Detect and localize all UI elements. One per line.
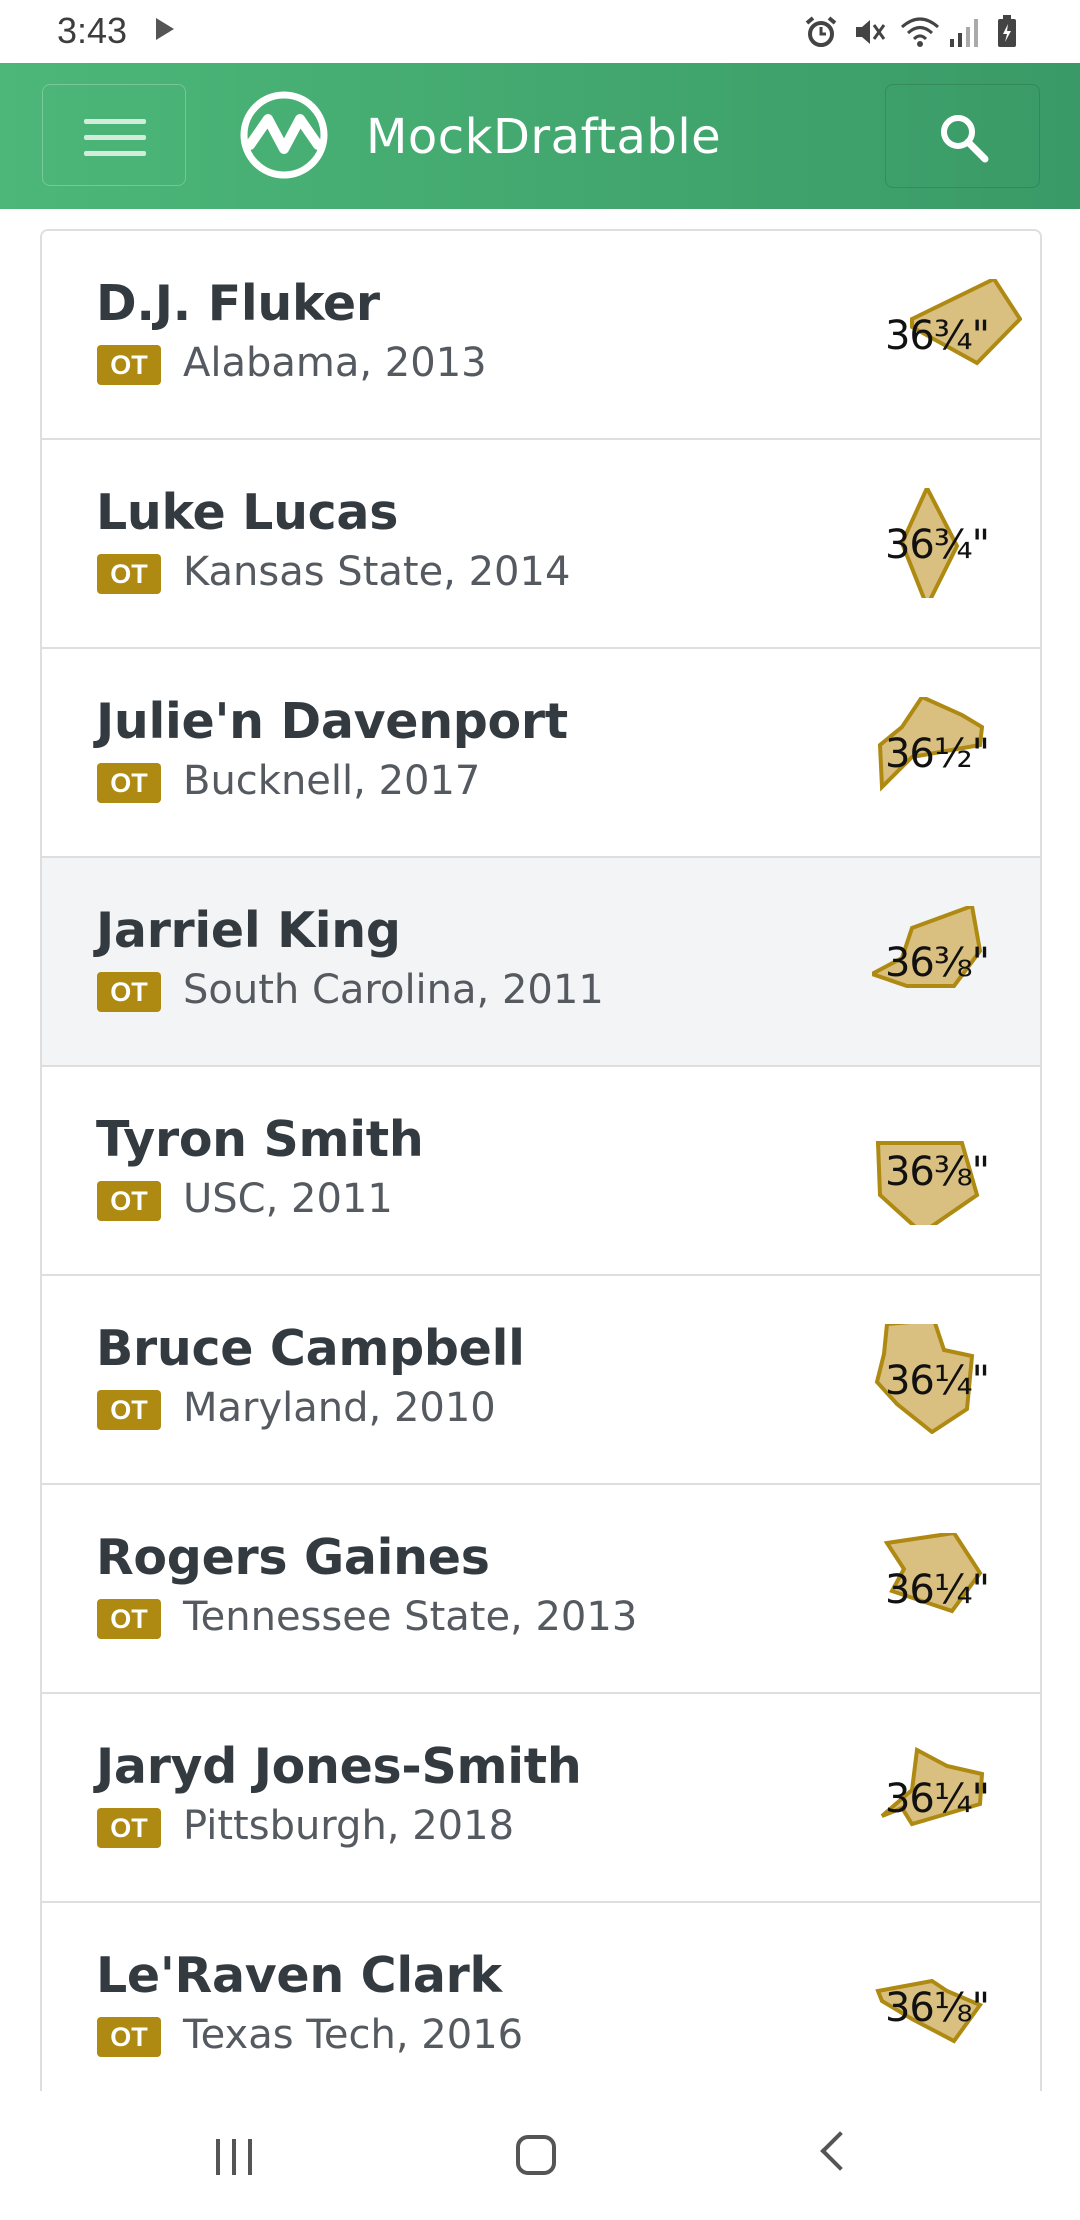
list-item[interactable]: Luke Lucas OT Kansas State, 2014 36¾" xyxy=(42,440,1040,649)
list-item[interactable]: Rogers Gaines OT Tennessee State, 2013 3… xyxy=(42,1485,1040,1694)
position-badge: OT xyxy=(97,2017,161,2057)
mute-icon xyxy=(852,15,886,49)
play-icon xyxy=(156,18,174,40)
position-badge: OT xyxy=(97,1181,161,1221)
list-item[interactable]: D.J. Fluker OT Alabama, 2013 36¾" xyxy=(42,231,1040,440)
player-name: Julie'n Davenport xyxy=(96,693,568,750)
arm-length: 36¾" xyxy=(884,522,990,568)
menu-button[interactable] xyxy=(42,84,186,186)
position-badge: OT xyxy=(97,1808,161,1848)
measurement-shape: 36¾" xyxy=(872,279,1022,389)
position-badge: OT xyxy=(97,972,161,1012)
navigation-bar xyxy=(0,2091,1080,2220)
measurement-shape: 36⅜" xyxy=(872,1115,1022,1225)
arm-length: 36¾" xyxy=(884,313,990,359)
logo-icon[interactable] xyxy=(240,91,328,179)
measurement-shape: 36¼" xyxy=(872,1742,1022,1852)
arm-length: 36½" xyxy=(884,731,990,777)
measurement-shape: 36⅜" xyxy=(872,906,1022,1016)
arm-length: 36¼" xyxy=(884,1567,990,1613)
list-item[interactable]: Bruce Campbell OT Maryland, 2010 36¼" xyxy=(42,1276,1040,1485)
arm-length: 36¼" xyxy=(884,1776,990,1822)
search-icon xyxy=(941,115,989,163)
position-badge: OT xyxy=(97,1599,161,1639)
player-name: Le'Raven Clark xyxy=(96,1947,502,2004)
player-school: USC, 2011 xyxy=(183,1176,393,1222)
wifi-icon xyxy=(900,15,939,49)
list-item[interactable]: Julie'n Davenport OT Bucknell, 2017 36½" xyxy=(42,649,1040,858)
player-school: Texas Tech, 2016 xyxy=(183,2012,524,2058)
position-badge: OT xyxy=(97,1390,161,1430)
player-name: Bruce Campbell xyxy=(96,1320,525,1377)
player-name: Jaryd Jones-Smith xyxy=(96,1738,582,1795)
home-icon[interactable] xyxy=(516,2135,556,2175)
list-item[interactable]: Jarriel King OT South Carolina, 2011 36⅜… xyxy=(42,858,1040,1067)
position-badge: OT xyxy=(97,554,161,594)
recent-apps-icon[interactable] xyxy=(214,2139,256,2175)
status-time: 3:43 xyxy=(57,10,128,51)
player-school: Pittsburgh, 2018 xyxy=(183,1803,515,1849)
player-school: South Carolina, 2011 xyxy=(183,967,604,1013)
player-school: Kansas State, 2014 xyxy=(183,549,571,595)
status-icons xyxy=(804,12,1030,52)
player-name: D.J. Fluker xyxy=(96,275,380,332)
list-item[interactable]: Le'Raven Clark OT Texas Tech, 2016 36⅛" xyxy=(42,1903,1040,2091)
alarm-icon xyxy=(804,15,838,49)
battery-icon xyxy=(996,15,1030,49)
list-item[interactable]: Jaryd Jones-Smith OT Pittsburgh, 2018 36… xyxy=(42,1694,1040,1903)
player-name: Luke Lucas xyxy=(96,484,399,541)
player-school: Bucknell, 2017 xyxy=(183,758,481,804)
search-button[interactable] xyxy=(885,84,1040,188)
player-school: Tennessee State, 2013 xyxy=(183,1594,638,1640)
measurement-shape: 36¼" xyxy=(872,1533,1022,1643)
arm-length: 36⅛" xyxy=(884,1985,990,2031)
player-school: Maryland, 2010 xyxy=(183,1385,496,1431)
measurement-shape: 36½" xyxy=(872,697,1022,807)
player-name: Jarriel King xyxy=(96,902,401,959)
arm-length: 36⅜" xyxy=(884,1149,990,1195)
app-bar: MockDraftable xyxy=(0,63,1080,209)
player-school: Alabama, 2013 xyxy=(183,340,487,386)
status-bar: 3:43 xyxy=(0,0,1080,63)
player-name: Tyron Smith xyxy=(96,1111,424,1168)
back-icon[interactable] xyxy=(820,2131,860,2171)
list-item[interactable]: Tyron Smith OT USC, 2011 36⅜" xyxy=(42,1067,1040,1276)
arm-length: 36⅜" xyxy=(884,940,990,986)
position-badge: OT xyxy=(97,345,161,385)
app-title[interactable]: MockDraftable xyxy=(366,109,721,165)
position-badge: OT xyxy=(97,763,161,803)
measurement-shape: 36¾" xyxy=(872,488,1022,598)
player-name: Rogers Gaines xyxy=(96,1529,490,1586)
arm-length: 36¼" xyxy=(884,1358,990,1404)
signal-icon xyxy=(948,15,982,49)
measurement-shape: 36⅛" xyxy=(872,1951,1022,2061)
player-list: D.J. Fluker OT Alabama, 2013 36¾" Luke L… xyxy=(40,229,1042,2091)
measurement-shape: 36¼" xyxy=(872,1324,1022,1434)
